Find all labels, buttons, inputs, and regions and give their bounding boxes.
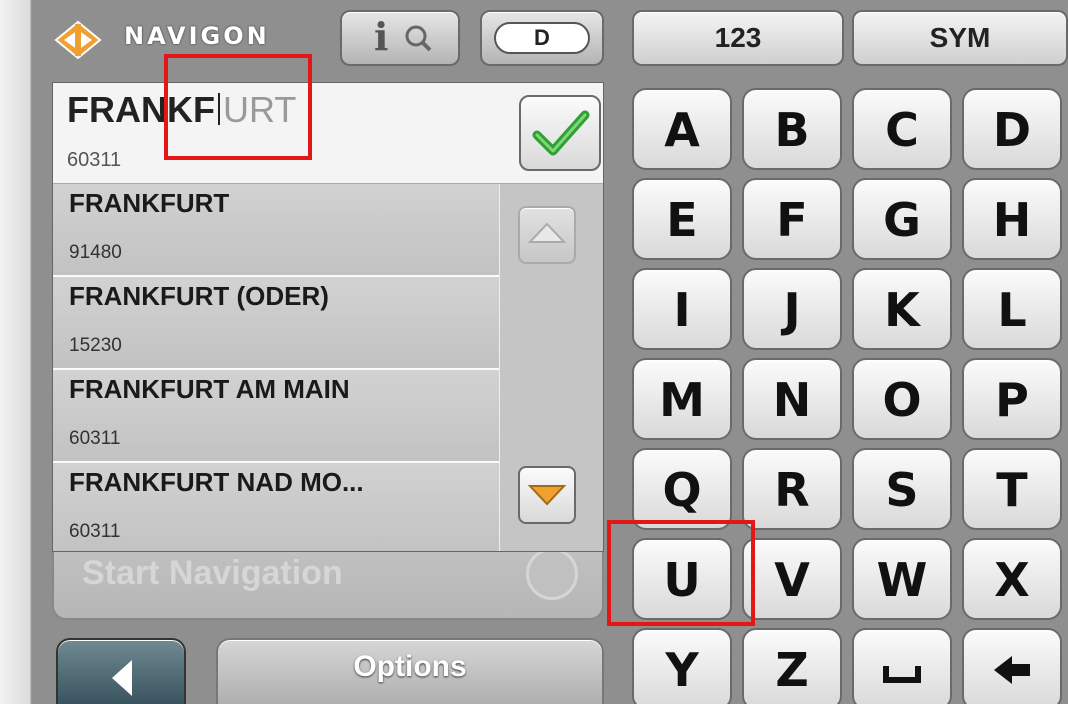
key-m[interactable]: M <box>632 358 732 440</box>
key-r[interactable]: R <box>742 448 842 530</box>
city-input-field[interactable]: FRANKF URT 60311 <box>53 83 603 184</box>
key-n[interactable]: N <box>742 358 842 440</box>
back-button[interactable] <box>56 638 186 704</box>
text-highlight-box <box>164 54 312 160</box>
space-icon <box>883 666 921 683</box>
key-i[interactable]: I <box>632 268 732 350</box>
result-zip: 60311 <box>69 428 121 449</box>
key-z[interactable]: Z <box>742 628 842 704</box>
result-name: FRANKFURT NAD MO... <box>69 467 364 497</box>
result-item[interactable]: FRANKFURT (ODER) 15230 <box>53 277 499 370</box>
result-name: FRANKFURT AM MAIN <box>69 374 350 404</box>
symbols-mode-button[interactable]: SYM <box>852 10 1068 66</box>
key-f[interactable]: F <box>742 178 842 260</box>
options-button[interactable]: Options <box>216 638 604 704</box>
scroll-down-button[interactable] <box>518 466 576 524</box>
result-name: FRANKFURT <box>69 188 230 218</box>
key-p[interactable]: P <box>962 358 1062 440</box>
key-highlight-box <box>607 520 755 626</box>
result-zip: 60311 <box>69 521 121 542</box>
navigon-logo-icon <box>54 20 102 60</box>
key-q[interactable]: Q <box>632 448 732 530</box>
triangle-up-icon <box>527 222 567 243</box>
screen: NAVIGON i D 123 SYM Start Navigation FRA… <box>0 0 1068 704</box>
key-w[interactable]: W <box>852 538 952 620</box>
scroll-up-button[interactable] <box>518 206 576 264</box>
info-label: i <box>374 14 389 59</box>
key-x[interactable]: X <box>962 538 1062 620</box>
result-item[interactable]: FRANKFURT 91480 <box>53 184 499 277</box>
brand-name: NAVIGON <box>124 22 270 50</box>
result-zip: 91480 <box>69 242 122 263</box>
key-backspace[interactable] <box>962 628 1062 704</box>
start-navigation-label: Start Navigation <box>82 554 343 592</box>
key-a[interactable]: A <box>632 88 732 170</box>
key-d[interactable]: D <box>962 88 1062 170</box>
country-button[interactable]: D <box>480 10 604 66</box>
arrow-left-icon <box>112 660 132 696</box>
result-item[interactable]: FRANKFURT AM MAIN 60311 <box>53 370 499 463</box>
info-search-button[interactable]: i <box>340 10 460 66</box>
key-y[interactable]: Y <box>632 628 732 704</box>
key-o[interactable]: O <box>852 358 952 440</box>
key-g[interactable]: G <box>852 178 952 260</box>
country-code-badge: D <box>494 22 590 54</box>
key-s[interactable]: S <box>852 448 952 530</box>
search-results-panel: FRANKF URT 60311 FRANKFURT 91480 FRANKFUR… <box>52 82 604 552</box>
numbers-mode-button[interactable]: 123 <box>632 10 844 66</box>
result-zip: 15230 <box>69 335 122 356</box>
key-k[interactable]: K <box>852 268 952 350</box>
backspace-icon <box>994 656 1030 684</box>
checkmark-icon <box>532 110 590 156</box>
key-b[interactable]: B <box>742 88 842 170</box>
input-postal-code: 60311 <box>67 149 122 171</box>
navigation-device-screen: NAVIGON i D 123 SYM Start Navigation FRA… <box>32 0 1068 704</box>
result-name: FRANKFURT (ODER) <box>69 281 329 311</box>
key-t[interactable]: T <box>962 448 1062 530</box>
key-v[interactable]: V <box>742 538 842 620</box>
arrow-right-icon <box>526 548 578 600</box>
scrollbar <box>499 184 603 551</box>
key-h[interactable]: H <box>962 178 1062 260</box>
key-j[interactable]: J <box>742 268 842 350</box>
key-e[interactable]: E <box>632 178 732 260</box>
results-list: FRANKFURT 91480 FRANKFURT (ODER) 15230 F… <box>53 184 499 551</box>
confirm-button[interactable] <box>519 95 601 171</box>
key-space[interactable] <box>852 628 952 704</box>
triangle-down-icon <box>527 485 567 506</box>
options-label: Options <box>353 650 467 683</box>
key-l[interactable]: L <box>962 268 1062 350</box>
result-item[interactable]: FRANKFURT NAD MO... 60311 <box>53 463 499 551</box>
magnifier-icon <box>405 25 432 52</box>
key-c[interactable]: C <box>852 88 952 170</box>
